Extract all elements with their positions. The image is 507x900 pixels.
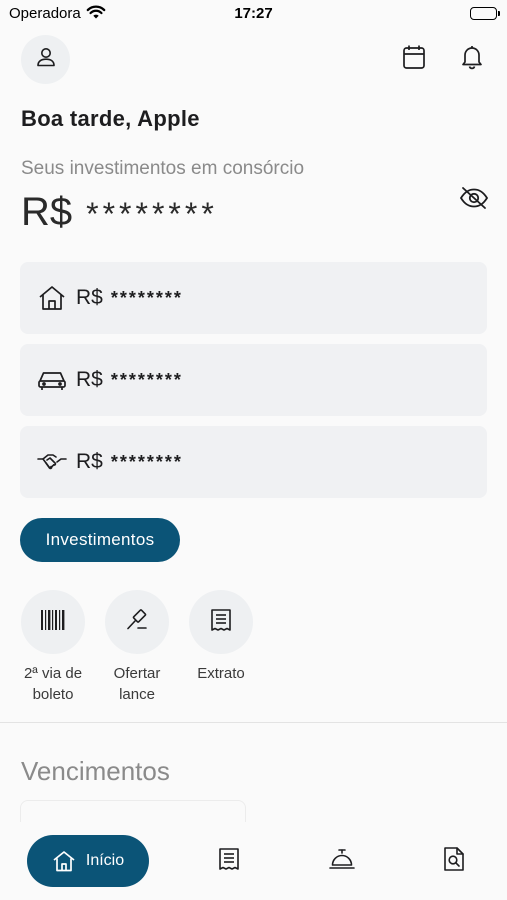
investments-label: Seus investimentos em consórcio: [21, 158, 305, 179]
quick-action-boleto[interactable]: 2ª via de boleto: [13, 590, 93, 705]
house-icon: [37, 285, 67, 311]
toggle-visibility-button[interactable]: [458, 185, 490, 215]
card-currency: R$: [76, 450, 103, 473]
consortium-card-car[interactable]: R$ ********: [20, 344, 487, 416]
card-masked-value: ********: [110, 369, 183, 390]
consortium-card-home[interactable]: R$ ********: [20, 262, 487, 334]
car-icon: [37, 367, 67, 393]
consortium-card-services[interactable]: R$ ********: [20, 426, 487, 498]
handshake-icon: [37, 449, 67, 475]
investments-total: R$ ********: [21, 190, 218, 235]
notifications-button[interactable]: [458, 45, 486, 73]
profile-button[interactable]: [21, 35, 70, 84]
quick-action-label: Ofertar lance: [97, 663, 177, 705]
tab-documents[interactable]: [440, 846, 468, 877]
tab-services[interactable]: [328, 848, 356, 874]
card-currency: R$: [76, 368, 103, 391]
bid-circle[interactable]: [105, 590, 169, 654]
gavel-icon: [125, 608, 149, 637]
statement-circle[interactable]: [189, 590, 253, 654]
document-search-icon: [443, 846, 465, 877]
total-masked-value: ********: [86, 196, 218, 232]
vencimentos-title: Vencimentos: [21, 756, 170, 786]
home-icon: [53, 851, 75, 872]
quick-action-label-line: 2ª via de: [23, 665, 83, 682]
quick-action-label-line: Extrato: [197, 665, 245, 682]
receipt-icon: [210, 608, 232, 637]
eye-slash-icon: [459, 186, 489, 215]
barcode-icon: [40, 609, 66, 636]
total-currency: R$: [21, 190, 73, 234]
tab-bar: Início: [0, 822, 507, 900]
quick-action-label-line: lance: [119, 686, 155, 703]
tab-home-label: Início: [85, 852, 125, 869]
receipt-icon: [218, 847, 240, 876]
tab-home[interactable]: Início: [27, 835, 149, 887]
quick-action-label: 2ª via de boleto: [13, 663, 93, 705]
calendar-button[interactable]: [400, 45, 428, 73]
quick-action-label-line: boleto: [32, 686, 74, 703]
investments-button[interactable]: Investimentos: [20, 518, 180, 562]
quick-action-label: Extrato: [181, 663, 261, 684]
calendar-icon: [402, 44, 426, 75]
boleto-circle[interactable]: [21, 590, 85, 654]
quick-action-label-line: Ofertar: [113, 665, 161, 682]
service-bell-icon: [329, 848, 355, 875]
card-masked-value: ********: [110, 287, 183, 308]
battery-icon: [470, 7, 500, 20]
quick-action-bid[interactable]: Ofertar lance: [97, 590, 177, 705]
status-bar: Operadora 17:27: [0, 0, 507, 28]
tab-statement[interactable]: [215, 847, 243, 876]
card-currency: R$: [76, 286, 103, 309]
person-icon: [34, 45, 58, 74]
clock: 17:27: [234, 5, 273, 22]
quick-action-statement[interactable]: Extrato: [181, 590, 261, 684]
greeting-title: Boa tarde, Apple: [21, 106, 200, 131]
bell-icon: [460, 44, 484, 75]
section-divider: [0, 722, 507, 723]
card-masked-value: ********: [110, 451, 183, 472]
